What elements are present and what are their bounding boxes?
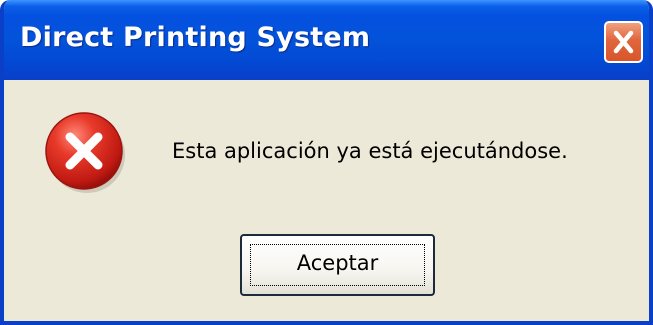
close-button[interactable] (604, 21, 643, 63)
ok-button-label: Aceptar (296, 251, 379, 275)
close-icon (613, 30, 634, 54)
title-bar[interactable]: Direct Printing System (4, 0, 649, 80)
error-icon (45, 112, 125, 193)
dialog-window: Direct Printing System Esta aplicación y… (0, 0, 653, 325)
ok-button[interactable]: Aceptar (240, 234, 435, 296)
window-title: Direct Printing System (20, 22, 371, 53)
dialog-body: Esta aplicación ya está ejecutándose. Ac… (4, 80, 649, 321)
error-message: Esta aplicación ya está ejecutándose. (172, 139, 568, 163)
